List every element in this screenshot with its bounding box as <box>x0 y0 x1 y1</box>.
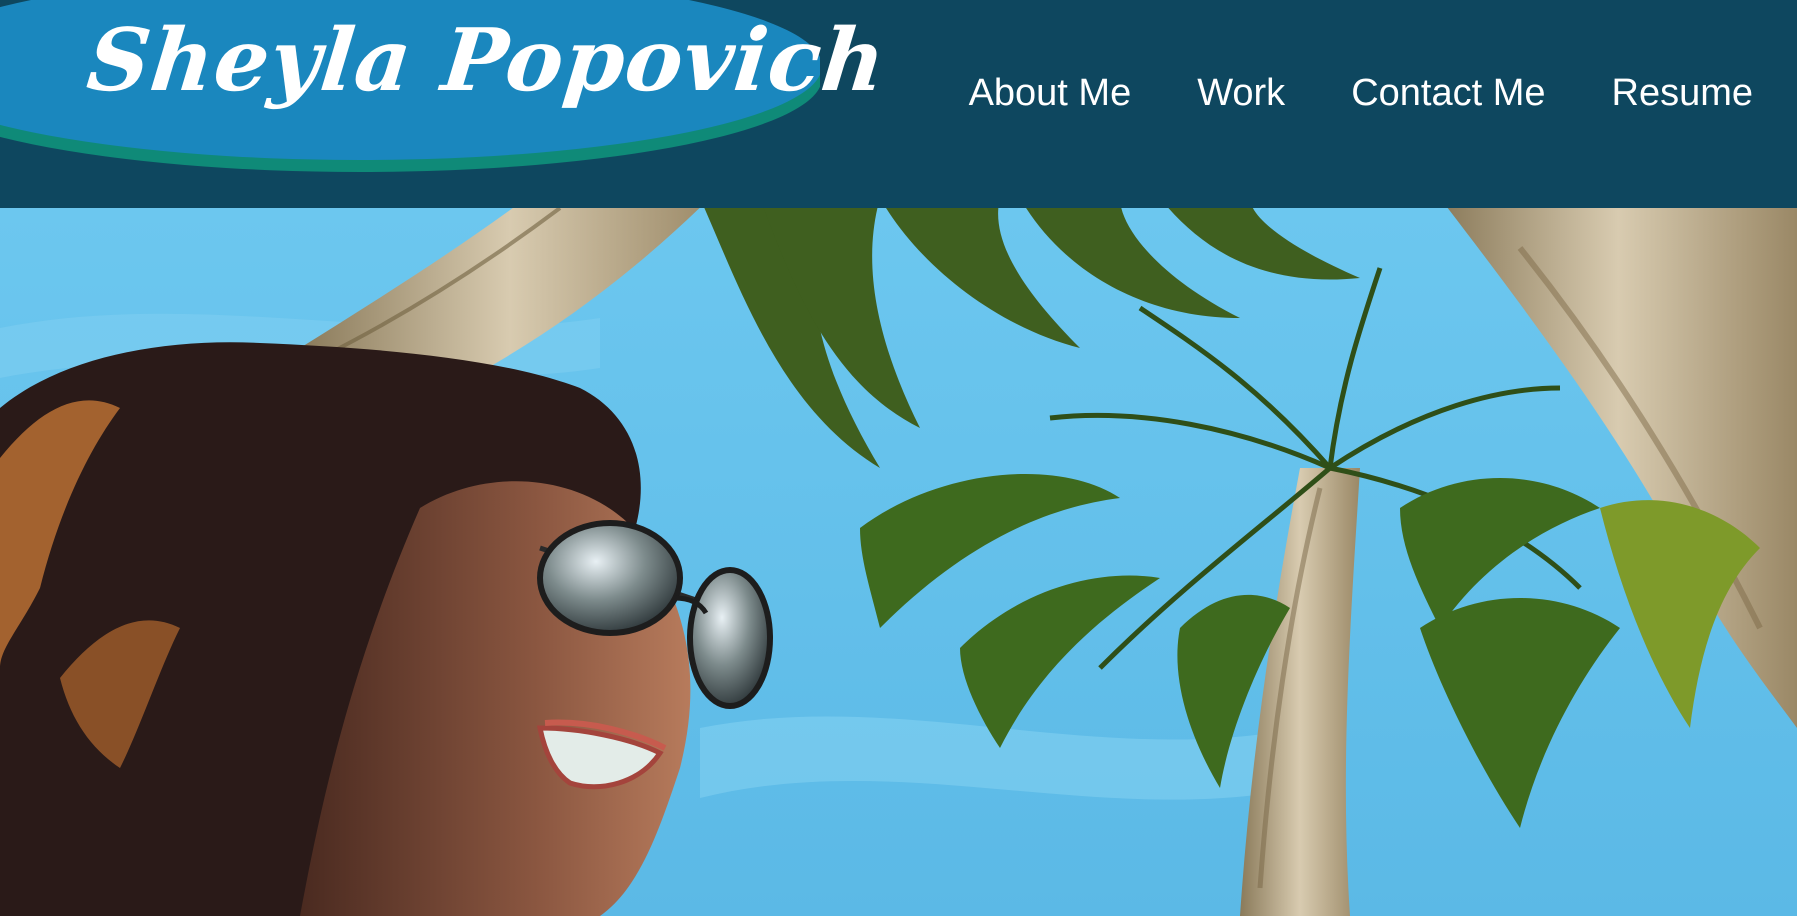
main-nav: About Me Work Contact Me Resume <box>903 70 1753 116</box>
site-header: Sheyla Popovich About Me Work Contact Me… <box>0 0 1797 208</box>
hero-photo-illustration <box>0 208 1797 916</box>
nav-resume[interactable]: Resume <box>1612 70 1754 116</box>
nav-work[interactable]: Work <box>1197 70 1285 116</box>
nav-about-me[interactable]: About Me <box>969 70 1132 116</box>
page: Sheyla Popovich About Me Work Contact Me… <box>0 0 1797 916</box>
site-title: Sheyla Popovich <box>82 10 891 111</box>
hero-image <box>0 208 1797 916</box>
nav-contact-me[interactable]: Contact Me <box>1351 70 1545 116</box>
site-logo[interactable]: Sheyla Popovich <box>0 0 891 180</box>
